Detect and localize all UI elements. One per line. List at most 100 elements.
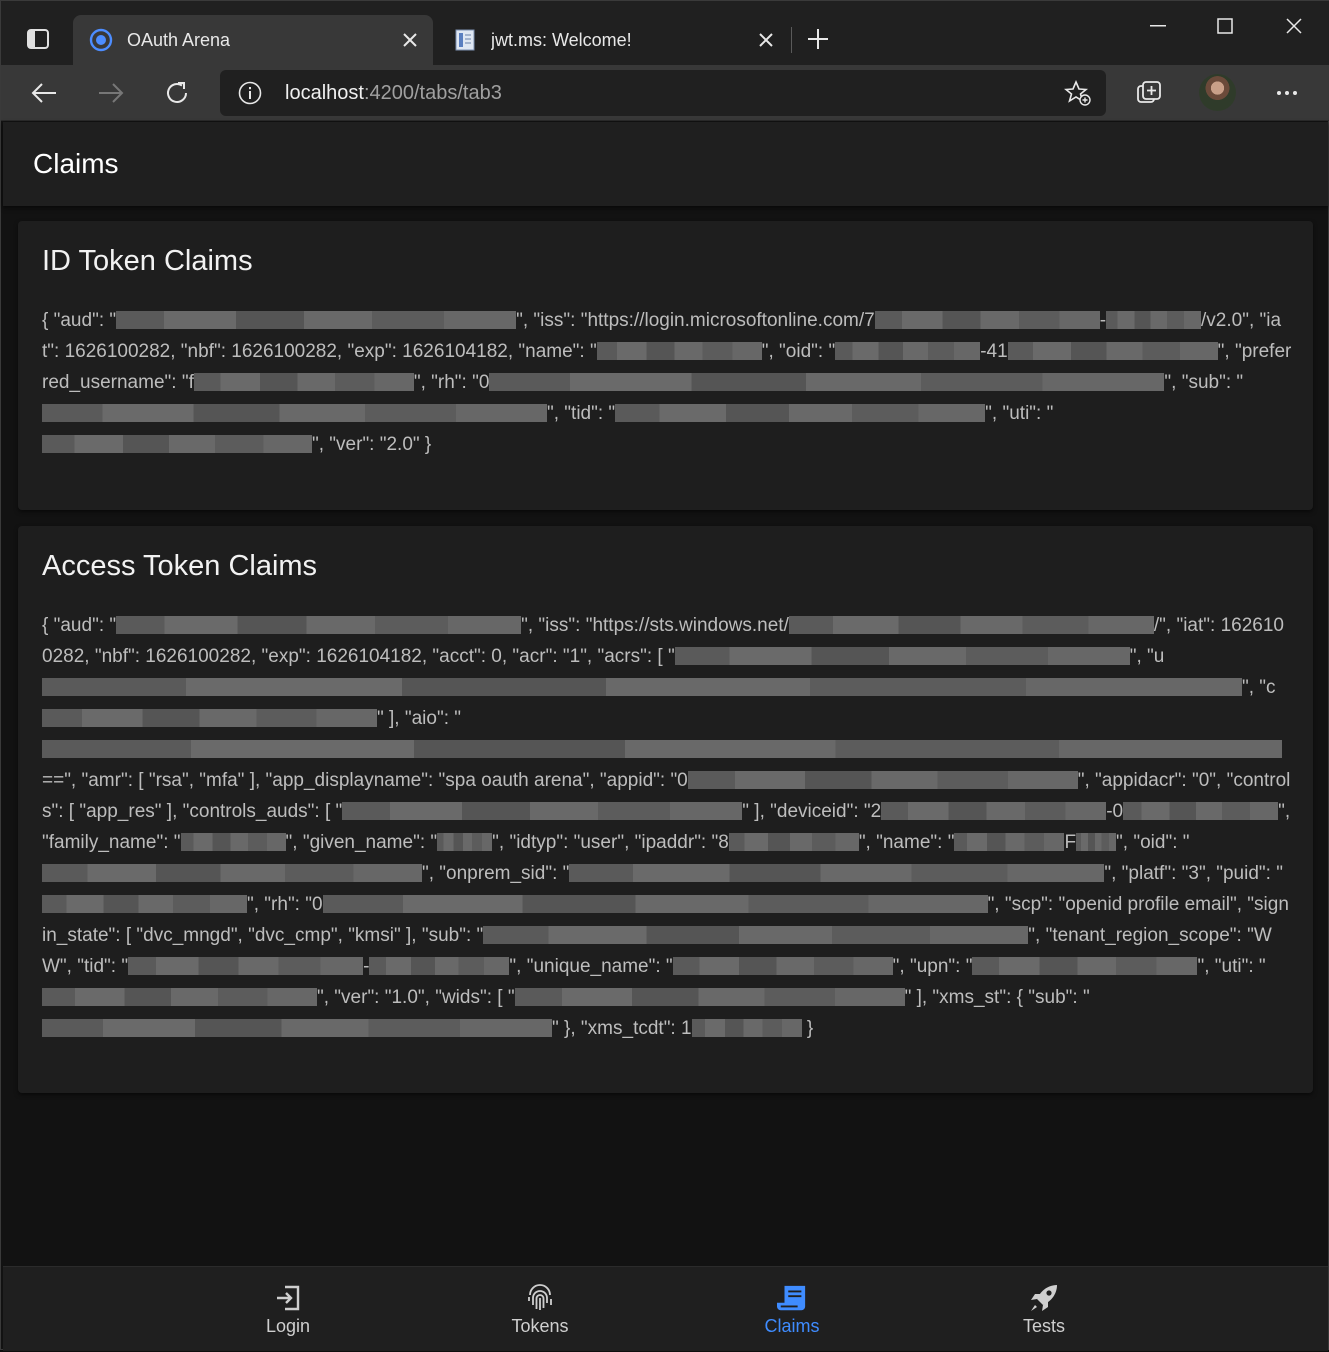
redacted-value xyxy=(42,678,1242,696)
redacted-value xyxy=(369,957,510,975)
maximize-icon xyxy=(1217,18,1233,34)
redacted-value xyxy=(42,435,312,453)
more-horizontal-icon xyxy=(1277,91,1297,95)
tab-claims[interactable]: Claims xyxy=(667,1267,917,1352)
claims-text-segment: ", "given_name": " xyxy=(285,832,438,853)
claims-text-segment: ", "tid": " xyxy=(547,403,616,424)
claims-text-segment: ", "u xyxy=(1129,646,1165,667)
claims-text-segment: ", "rh": "0 xyxy=(413,372,490,393)
redacted-value xyxy=(42,988,317,1006)
forward-button[interactable] xyxy=(93,75,129,111)
claims-text-segment: ", "sub": " xyxy=(1164,372,1244,393)
close-tab-button[interactable] xyxy=(751,25,781,55)
redacted-value xyxy=(116,311,517,329)
claims-text-segment: ", "oid": " xyxy=(761,341,836,362)
redacted-value xyxy=(193,373,414,391)
redacted-value xyxy=(42,709,377,727)
minimize-button[interactable] xyxy=(1138,9,1178,43)
redacted-value xyxy=(42,404,547,422)
claims-text-segment: " ], "xms_st": { "sub": " xyxy=(904,987,1090,1008)
tab-label: Tokens xyxy=(511,1316,569,1336)
claims-text-segment: ", "platf": "3", "puid": " xyxy=(1104,863,1283,884)
claims-text-segment: " }, "xms_tcdt": 1 xyxy=(552,1018,692,1039)
claims-text-segment: ", "c xyxy=(1242,677,1276,698)
plus-icon xyxy=(808,29,828,49)
redacted-value xyxy=(954,833,1065,851)
redacted-value xyxy=(691,1019,802,1037)
address-bar[interactable]: localhost:4200/tabs/tab3 xyxy=(220,70,1106,116)
collections-button[interactable] xyxy=(1131,75,1167,111)
claims-text-segment: ", "iss": "https://login.microsoftonline… xyxy=(516,310,875,331)
claims-text-segment: ", "rh": "0 xyxy=(247,894,323,915)
claims-text-segment: } xyxy=(801,1018,814,1039)
close-tab-button[interactable] xyxy=(395,25,425,55)
redacted-value xyxy=(674,647,1130,665)
document-favicon-icon xyxy=(453,28,477,52)
browser-toolbar: localhost:4200/tabs/tab3 xyxy=(1,65,1329,121)
browser-tab-oauth-arena[interactable]: OAuth Arena xyxy=(73,15,433,65)
redacted-value xyxy=(728,833,859,851)
id-token-card: ID Token Claims { "aud": " ", "iss": "htt… xyxy=(18,221,1313,510)
browser-tab-jwt-ms[interactable]: jwt.ms: Welcome! xyxy=(437,15,789,65)
claims-text-segment: ", "idtyp": "user", "ipaddr": "8 xyxy=(492,832,729,853)
maximize-button[interactable] xyxy=(1205,9,1245,43)
info-icon[interactable] xyxy=(238,81,262,105)
page-title: Claims xyxy=(33,148,119,179)
minimize-icon xyxy=(1150,25,1166,27)
access-token-title: Access Token Claims xyxy=(42,550,318,582)
redacted-value xyxy=(569,864,1105,882)
profile-avatar[interactable] xyxy=(1199,74,1236,111)
redacted-value xyxy=(596,342,762,360)
claims-text-segment: { "aud": " xyxy=(42,310,117,331)
back-button[interactable] xyxy=(26,75,62,111)
redacted-value xyxy=(687,771,1078,789)
tab-actions-button[interactable] xyxy=(23,25,53,53)
redacted-value xyxy=(874,311,1100,329)
address-path: :4200/tabs/tab3 xyxy=(363,82,502,104)
tab-tokens[interactable]: Tokens xyxy=(415,1267,665,1352)
new-tab-button[interactable] xyxy=(803,23,833,55)
tab-strip: OAuth Arena jwt.ms: Welcome! xyxy=(1,1,1329,65)
bottom-tab-bar: Login Tokens Claims Tests xyxy=(3,1266,1328,1351)
access-token-claims-text: { "aud": " ", "iss": "https://sts.windows… xyxy=(42,610,1292,1044)
claims-text-segment: -0 xyxy=(1106,801,1124,822)
tab-tests[interactable]: Tests xyxy=(919,1267,1169,1352)
redacted-value xyxy=(489,373,1165,391)
tab-separator xyxy=(791,27,792,53)
claims-text-segment: ", "ver": "1.0", "wids": [ " xyxy=(317,987,515,1008)
redacted-value xyxy=(42,864,422,882)
claims-text-segment: ", "unique_name": " xyxy=(509,956,673,977)
claims-text-segment: ", "oid": " xyxy=(1116,832,1190,853)
claims-text-segment: { "aud": " xyxy=(42,615,117,636)
id-token-claims-text: { "aud": " ", "iss": "https://login.micro… xyxy=(42,305,1292,460)
redacted-value xyxy=(835,342,981,360)
claims-text-segment: ", "upn": " xyxy=(892,956,973,977)
redacted-value xyxy=(437,833,493,851)
settings-more-button[interactable] xyxy=(1269,75,1305,111)
redacted-value xyxy=(180,833,286,851)
redacted-value xyxy=(42,895,247,913)
login-icon xyxy=(273,1283,303,1313)
tab-login[interactable]: Login xyxy=(163,1267,413,1352)
close-window-button[interactable] xyxy=(1274,9,1314,43)
add-favorite-icon[interactable] xyxy=(1064,79,1092,107)
claims-text-segment: ", "ver": "2.0" } xyxy=(312,434,432,455)
app-header: Claims xyxy=(3,122,1328,206)
id-token-title: ID Token Claims xyxy=(42,245,253,277)
redacted-value xyxy=(322,895,988,913)
redacted-value xyxy=(1076,833,1117,851)
close-icon xyxy=(403,33,417,47)
claims-text-segment: " ], "aio": " xyxy=(377,708,462,729)
redacted-value xyxy=(514,988,905,1006)
redacted-value xyxy=(42,1019,552,1037)
redacted-value xyxy=(483,926,1029,944)
redacted-value xyxy=(42,740,1282,758)
refresh-button[interactable] xyxy=(159,75,195,111)
claims-text-segment: ", "iss": "https://sts.windows.net/ xyxy=(521,615,789,636)
browser-window: OAuth Arena jwt.ms: Welcome! localhost:4… xyxy=(0,0,1329,1351)
refresh-icon xyxy=(167,82,187,103)
claims-text-segment: ", "uti": " xyxy=(985,403,1054,424)
arrow-right-icon xyxy=(99,83,124,103)
collections-icon xyxy=(1137,81,1161,103)
redacted-value xyxy=(615,404,986,422)
